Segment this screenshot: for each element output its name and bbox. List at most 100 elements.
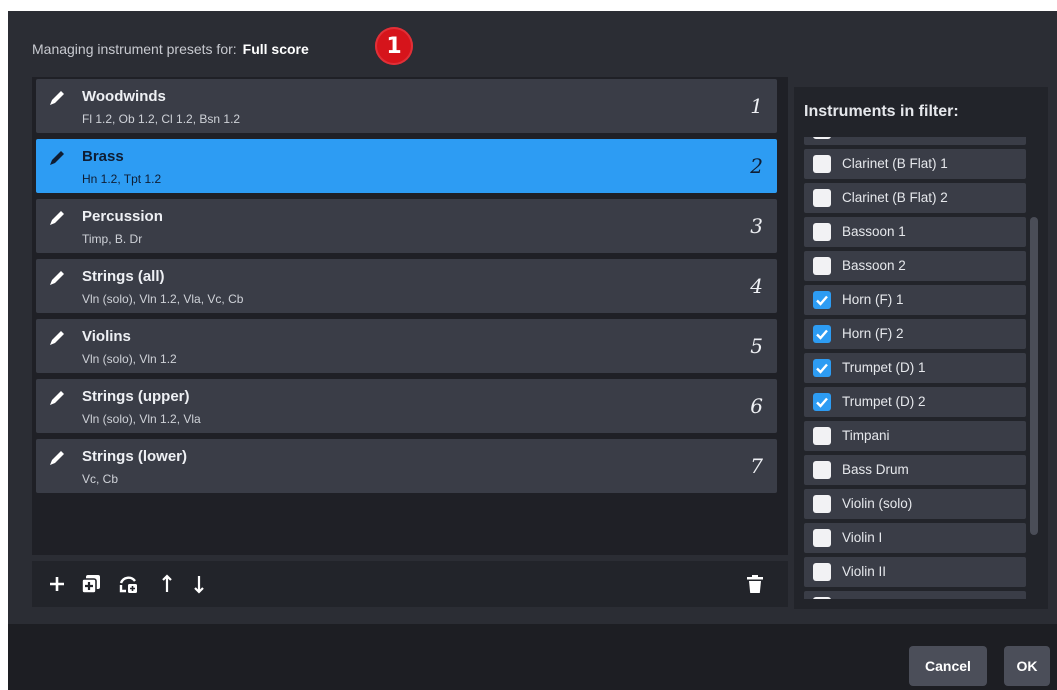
preset-toolbar xyxy=(32,561,788,607)
preset-name: Brass xyxy=(82,148,124,165)
instrument-label: Bassoon 2 xyxy=(842,258,906,273)
move-up-icon[interactable] xyxy=(156,573,178,595)
ok-button[interactable]: OK xyxy=(1004,646,1050,686)
preset-number: 1 xyxy=(750,94,763,118)
preset-members: Vln (solo), Vln 1.2, Vla, Vc, Cb xyxy=(82,292,244,306)
instrument-row[interactable]: Horn (F) 2 xyxy=(804,319,1026,349)
checkmark-icon xyxy=(816,295,828,306)
instrument-label: Timpani xyxy=(842,428,890,443)
checkbox[interactable] xyxy=(813,155,831,173)
instrument-label: Violin (solo) xyxy=(842,496,913,511)
instrument-row[interactable]: Bassoon 2 xyxy=(804,251,1026,281)
instrument-list[interactable]: Clarinet (B Flat) 1 Clarinet (B Flat) 2 Ba… xyxy=(804,137,1028,599)
instrument-row-partial[interactable] xyxy=(804,137,1026,145)
checkbox[interactable] xyxy=(813,359,831,377)
score-name: Full score xyxy=(242,41,309,57)
instrument-label: Bassoon 1 xyxy=(842,224,906,239)
preset-members: Hn 1.2, Tpt 1.2 xyxy=(82,172,162,186)
instrument-label: Horn (F) 1 xyxy=(842,292,904,307)
pencil-icon[interactable] xyxy=(46,447,68,469)
checkbox[interactable] xyxy=(813,597,831,599)
checkmark-icon xyxy=(816,329,828,340)
instrument-row[interactable]: Violin I xyxy=(804,523,1026,553)
checkbox[interactable] xyxy=(813,291,831,309)
preset-row[interactable]: Percussion Timp, B. Dr 3 xyxy=(36,199,777,253)
instrument-label: Violin I xyxy=(842,530,883,545)
preset-row[interactable]: Woodwinds Fl 1.2, Ob 1.2, Cl 1.2, Bsn 1.2… xyxy=(36,79,777,133)
pencil-icon[interactable] xyxy=(46,327,68,349)
preset-number: 5 xyxy=(750,334,763,358)
preset-members: Vc, Cb xyxy=(82,472,119,486)
instrument-row[interactable]: Timpani xyxy=(804,421,1026,451)
preset-number: 3 xyxy=(750,214,763,238)
instrument-label: Bass Drum xyxy=(842,462,909,477)
preset-name: Violins xyxy=(82,328,131,345)
preset-row[interactable]: Strings (upper) Vln (solo), Vln 1.2, Vla 6 xyxy=(36,379,777,433)
preset-number: 7 xyxy=(750,454,763,478)
pencil-icon[interactable] xyxy=(46,267,68,289)
preset-row[interactable]: Strings (lower) Vc, Cb 7 xyxy=(36,439,777,493)
manage-instrument-presets-dialog: Managing instrument presets for: Full sco… xyxy=(8,11,1057,690)
preset-name: Woodwinds xyxy=(82,88,166,105)
pencil-icon[interactable] xyxy=(46,147,68,169)
instrument-row[interactable]: Clarinet (B Flat) 2 xyxy=(804,183,1026,213)
pencil-icon[interactable] xyxy=(46,87,68,109)
dialog-footer: Cancel OK xyxy=(8,624,1057,690)
preset-name: Strings (all) xyxy=(82,268,165,285)
preset-members: Vln (solo), Vln 1.2 xyxy=(82,352,177,366)
checkbox[interactable] xyxy=(813,257,831,275)
instrument-label: Violin II xyxy=(842,564,887,579)
checkbox[interactable] xyxy=(813,427,831,445)
move-down-icon[interactable] xyxy=(188,573,210,595)
instrument-label: Clarinet (B Flat) 2 xyxy=(842,190,948,205)
header-prefix: Managing instrument presets for: xyxy=(32,41,237,57)
preset-list: Woodwinds Fl 1.2, Ob 1.2, Cl 1.2, Bsn 1.2… xyxy=(32,77,788,555)
instrument-row[interactable]: Clarinet (B Flat) 1 xyxy=(804,149,1026,179)
checkbox[interactable] xyxy=(813,393,831,411)
checkmark-icon xyxy=(816,397,828,408)
pencil-icon[interactable] xyxy=(46,207,68,229)
checkbox[interactable] xyxy=(813,461,831,479)
checkbox[interactable] xyxy=(813,495,831,513)
instrument-row[interactable]: Horn (F) 1 xyxy=(804,285,1026,315)
instrument-label: Horn (F) 2 xyxy=(842,326,904,341)
instrument-row[interactable]: Bassoon 1 xyxy=(804,217,1026,247)
checkbox[interactable] xyxy=(813,189,831,207)
add-icon[interactable] xyxy=(46,573,68,595)
preset-members: Vln (solo), Vln 1.2, Vla xyxy=(82,412,201,426)
preset-row[interactable]: Strings (all) Vln (solo), Vln 1.2, Vla, V… xyxy=(36,259,777,313)
preset-name: Strings (upper) xyxy=(82,388,190,405)
cancel-button[interactable]: Cancel xyxy=(909,646,987,686)
instruments-filter-panel: Instruments in filter: Clarinet (B Flat)… xyxy=(794,87,1048,609)
instrument-row[interactable]: Trumpet (D) 1 xyxy=(804,353,1026,383)
instrument-row[interactable]: Violin II xyxy=(804,557,1026,587)
filter-title: Instruments in filter: xyxy=(804,103,959,120)
instrument-label: Trumpet (D) 1 xyxy=(842,360,926,375)
checkbox[interactable] xyxy=(813,563,831,581)
instrument-row-partial[interactable] xyxy=(804,591,1026,599)
preset-members: Fl 1.2, Ob 1.2, Cl 1.2, Bsn 1.2 xyxy=(82,112,241,126)
preset-number: 6 xyxy=(750,394,763,418)
instrument-row[interactable]: Trumpet (D) 2 xyxy=(804,387,1026,417)
header: Managing instrument presets for: Full sco… xyxy=(32,41,309,57)
scrollbar[interactable] xyxy=(1030,217,1038,535)
checkmark-icon xyxy=(816,363,828,374)
delete-icon[interactable] xyxy=(744,573,766,595)
preset-name: Strings (lower) xyxy=(82,448,188,465)
checkbox[interactable] xyxy=(813,137,831,139)
callout-1: 1 xyxy=(375,27,413,65)
preset-number: 2 xyxy=(750,154,763,178)
instrument-row[interactable]: Bass Drum xyxy=(804,455,1026,485)
checkbox[interactable] xyxy=(813,223,831,241)
duplicate-icon[interactable] xyxy=(80,573,102,595)
instrument-label: Trumpet (D) 2 xyxy=(842,394,926,409)
preset-row[interactable]: Violins Vln (solo), Vln 1.2 5 xyxy=(36,319,777,373)
checkbox[interactable] xyxy=(813,325,831,343)
pencil-icon[interactable] xyxy=(46,387,68,409)
instrument-row[interactable]: Violin (solo) xyxy=(804,489,1026,519)
preset-members: Timp, B. Dr xyxy=(82,232,143,246)
checkbox[interactable] xyxy=(813,529,831,547)
instrument-label: Clarinet (B Flat) 1 xyxy=(842,156,948,171)
preset-row[interactable]: Brass Hn 1.2, Tpt 1.2 2 xyxy=(36,139,777,193)
import-icon[interactable] xyxy=(118,573,140,595)
